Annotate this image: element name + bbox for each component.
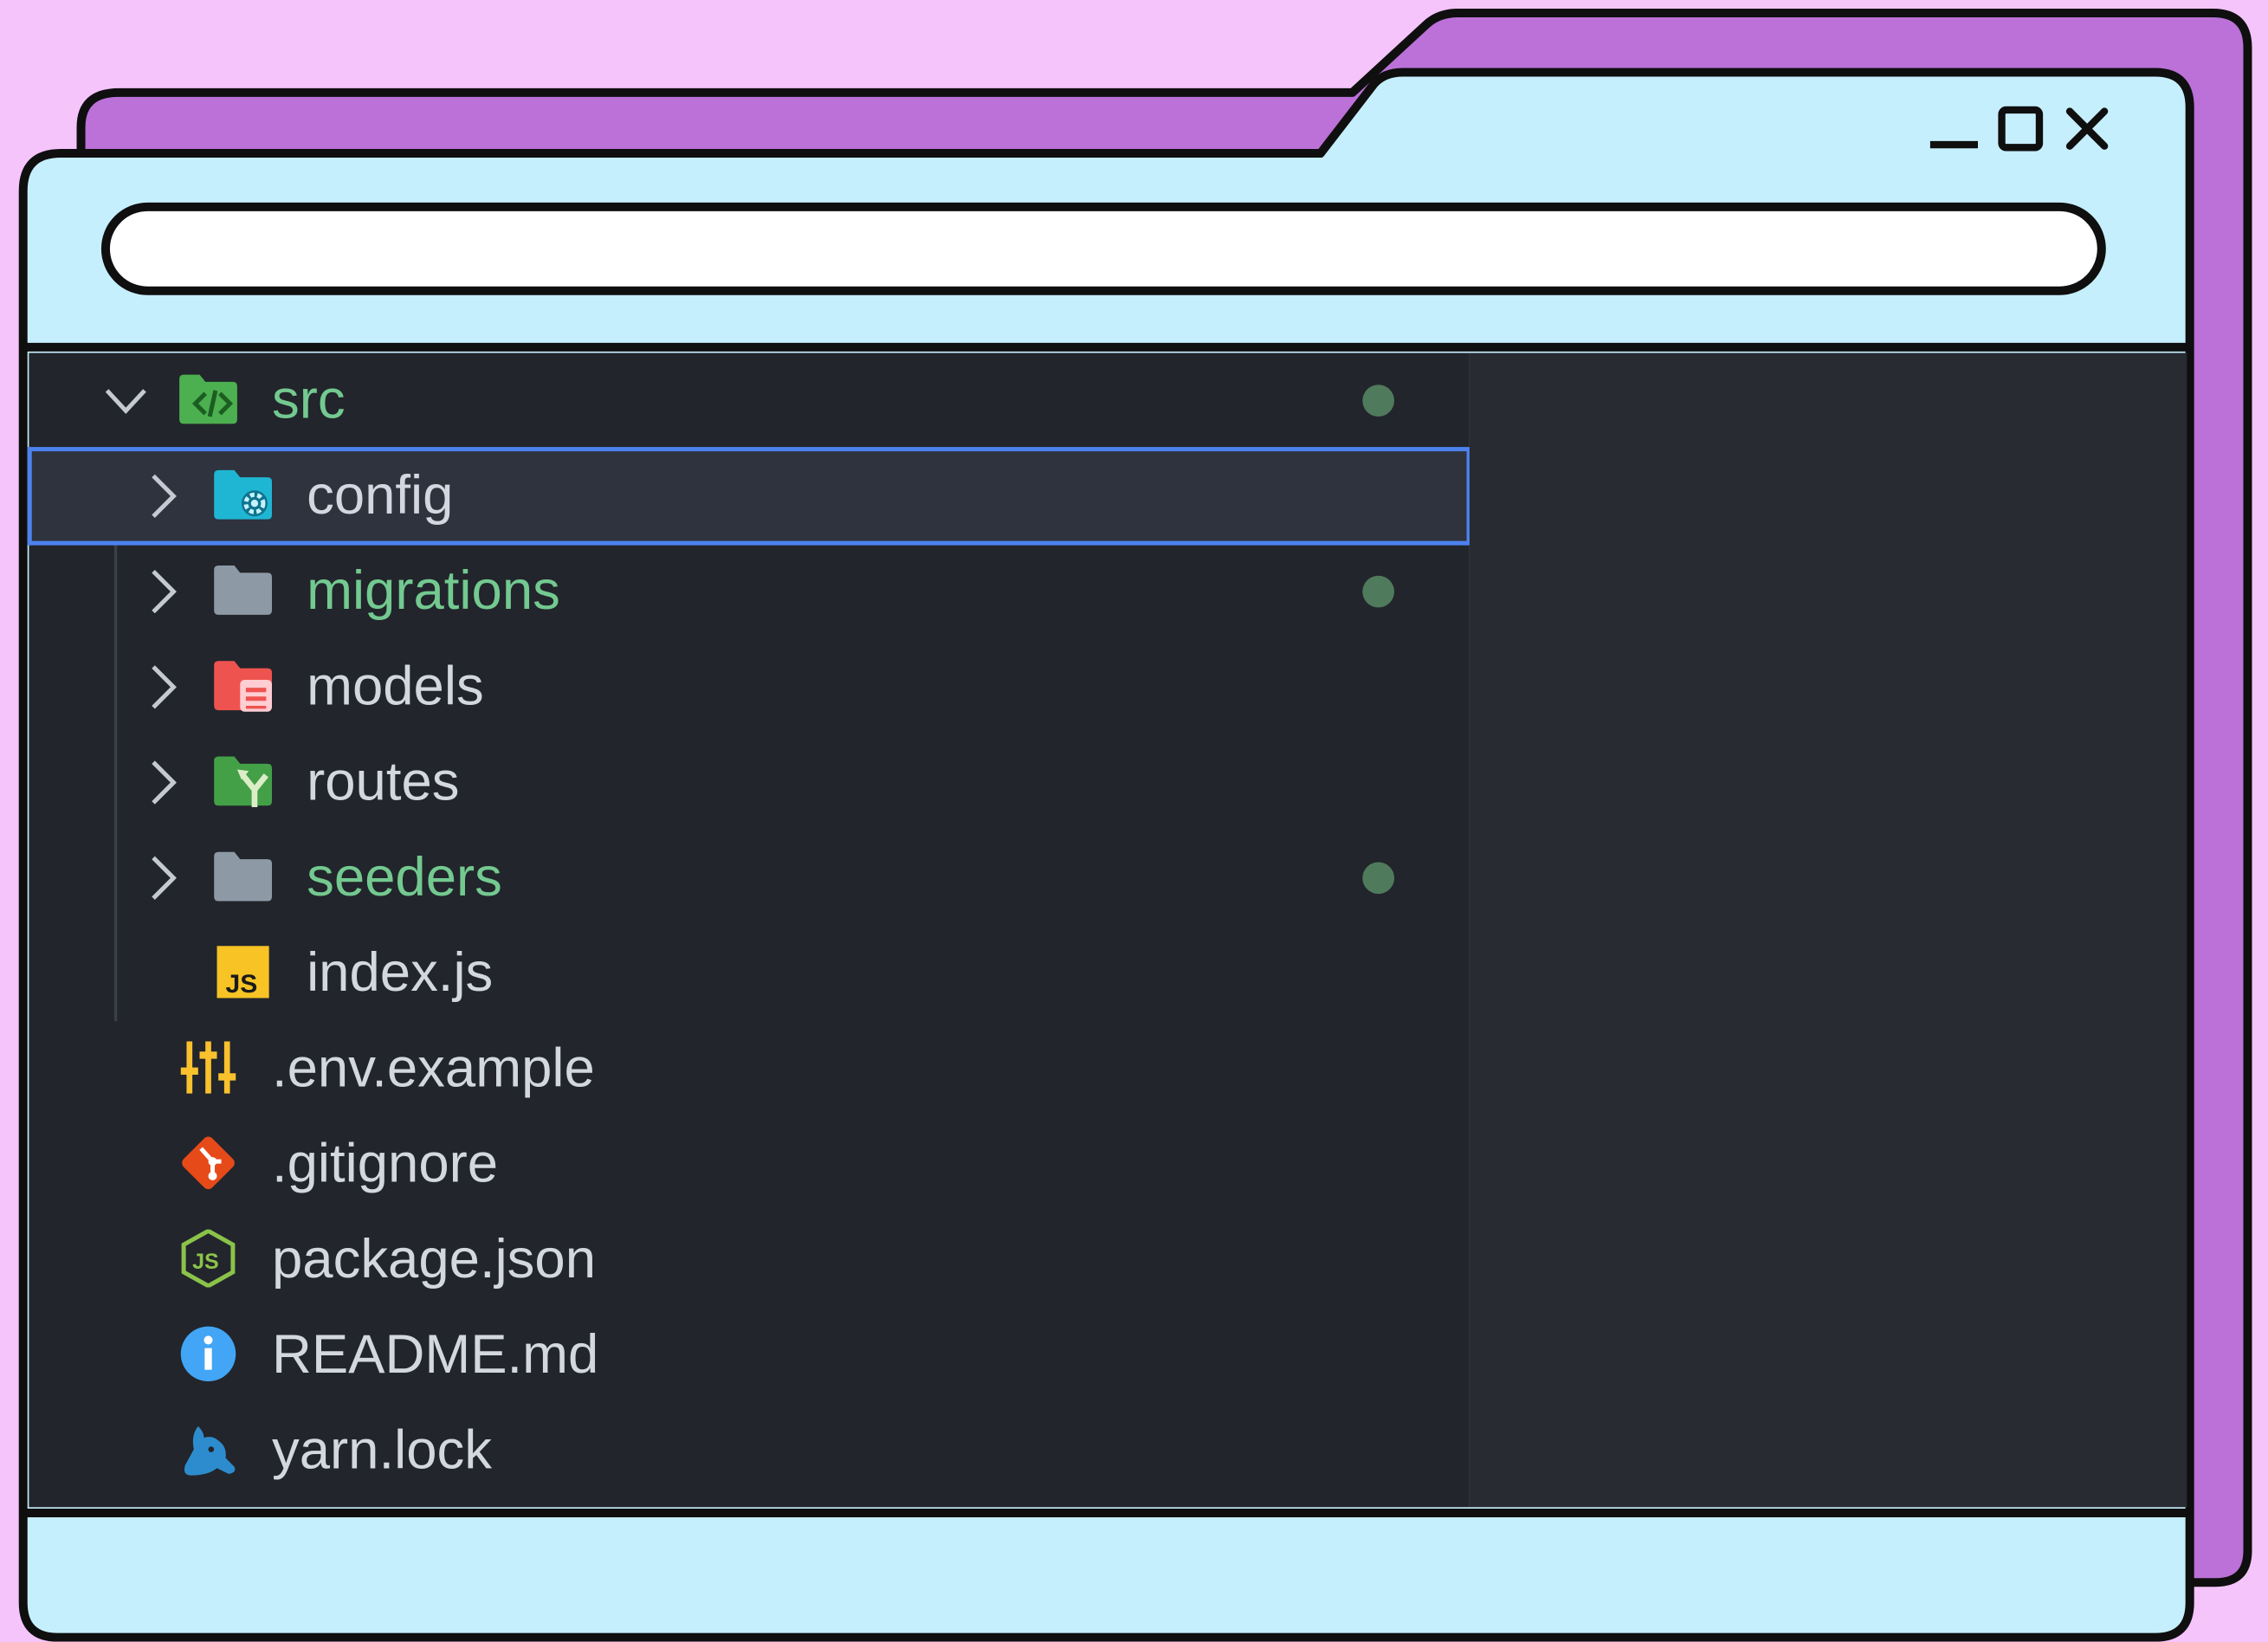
tree-item-label: src <box>271 370 346 431</box>
address-input[interactable] <box>153 223 2054 278</box>
folder-config-icon <box>214 469 272 520</box>
tree-item-index-js[interactable]: JS index.js <box>29 926 1470 1021</box>
editor-empty-area <box>1469 352 2187 1508</box>
chevron-down-icon[interactable] <box>104 376 147 425</box>
tree-item-label: models <box>307 656 484 718</box>
tree-item-label: config <box>307 465 454 527</box>
tree-item-src[interactable]: src <box>29 353 1470 449</box>
git-modified-dot <box>1362 862 1395 895</box>
yarn-icon <box>184 1425 236 1476</box>
folder-icon <box>214 851 272 902</box>
tree-item-label: .gitignore <box>271 1134 499 1195</box>
tree-item-label: index.js <box>307 942 494 1005</box>
svg-text:JS: JS <box>226 970 258 999</box>
maximize-icon[interactable] <box>1996 104 2045 153</box>
git-modified-dot <box>1362 385 1395 417</box>
nodejs-icon: JS <box>181 1229 236 1288</box>
address-bar[interactable] <box>100 202 2106 295</box>
tree-item-seeders[interactable]: seeders <box>29 831 1470 926</box>
tree-item-migrations[interactable]: migrations <box>29 544 1470 639</box>
folder-database-icon <box>214 661 272 712</box>
tree-item-label: package.json <box>271 1229 597 1290</box>
env-settings-icon <box>180 1041 236 1094</box>
tree-item-label: seeders <box>307 847 502 908</box>
tree-item-label: .env.example <box>271 1038 595 1100</box>
folder-routes-icon <box>214 756 272 807</box>
chevron-right-icon[interactable] <box>142 853 185 902</box>
tree-item-models[interactable]: models <box>29 639 1470 734</box>
chevron-right-icon[interactable] <box>142 663 185 712</box>
tree-item-package-json[interactable]: JS package.json <box>29 1212 1470 1308</box>
tree-item-yarn-lock[interactable]: yarn.lock <box>29 1403 1470 1498</box>
chevron-right-icon[interactable] <box>142 567 185 617</box>
tree-item-label: README.md <box>271 1324 599 1387</box>
folder-icon <box>214 566 272 615</box>
folder-src-icon <box>179 374 237 424</box>
tree-item-config[interactable]: config <box>27 447 1471 546</box>
file-explorer: src config migrations models routes seed… <box>27 352 1471 1508</box>
javascript-file-icon: JS <box>216 946 269 999</box>
svg-text:JS: JS <box>192 1250 219 1274</box>
chevron-right-icon[interactable] <box>142 758 185 807</box>
chevron-right-icon[interactable] <box>142 471 185 520</box>
minimize-icon[interactable] <box>1929 104 1979 153</box>
tree-item-readme[interactable]: README.md <box>29 1308 1470 1403</box>
tree-item-label: migrations <box>307 561 560 623</box>
tree-item-env-example[interactable]: .env.example <box>29 1021 1470 1116</box>
tree-item-gitignore[interactable]: .gitignore <box>29 1116 1470 1212</box>
tree-item-label: yarn.lock <box>271 1420 492 1482</box>
close-icon[interactable] <box>2063 104 2112 153</box>
tree-item-routes[interactable]: routes <box>29 734 1470 830</box>
info-icon <box>180 1326 236 1382</box>
tree-item-label: routes <box>307 752 460 813</box>
git-icon <box>182 1136 235 1190</box>
browser-window: src config migrations models routes seed… <box>0 0 2268 1642</box>
git-modified-dot <box>1362 575 1395 608</box>
